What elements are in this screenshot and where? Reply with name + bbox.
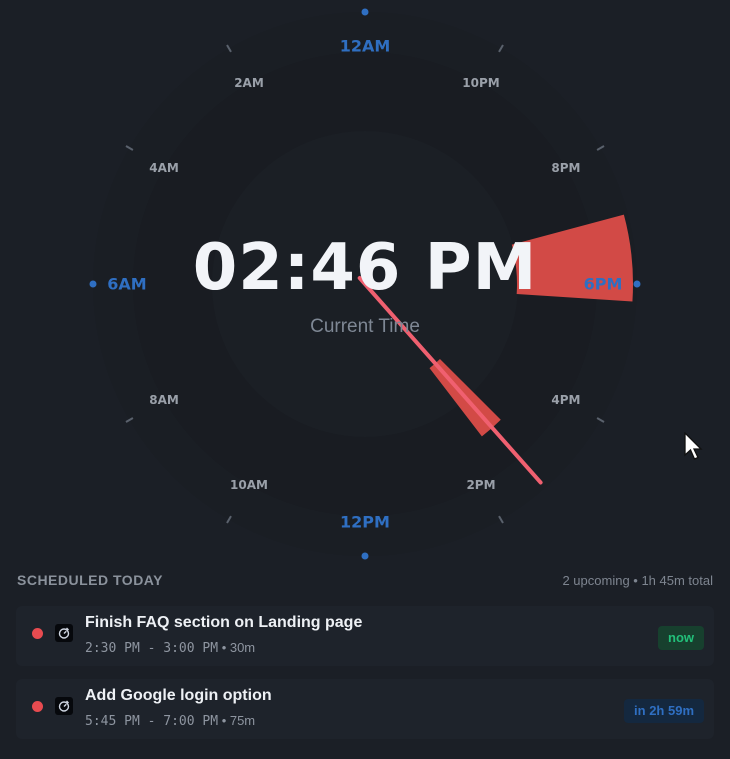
hour-label: 4PM [551, 393, 581, 407]
major-hour-dot [361, 552, 369, 560]
hour-label: 10AM [230, 477, 268, 492]
schedule-summary: 2 upcoming • 1h 45m total [562, 573, 713, 588]
item-duration: • 30m [221, 640, 256, 655]
hour-label: 8PM [551, 161, 581, 175]
item-time-range: 2:30 PM - 3:00 PM [85, 641, 219, 656]
status-dot [32, 701, 43, 712]
major-hour-dot [361, 8, 369, 16]
item-meta: 5:45 PM - 7:00 PM • 75m [85, 713, 255, 729]
hour-label: 2PM [466, 477, 496, 492]
item-title: Add Google login option [85, 687, 272, 704]
schedule-header: SCHEDULED TODAY 2 upcoming • 1h 45m tota… [17, 572, 713, 590]
hour-label: 2AM [234, 76, 264, 91]
current-time: 02:46 PM [192, 231, 538, 305]
status-badge: in 2h 59m [624, 699, 704, 723]
item-time-range: 5:45 PM - 7:00 PM [85, 714, 219, 729]
status-dot [32, 628, 43, 639]
hour-label: 12AM [339, 36, 391, 56]
status-badge: now [658, 626, 704, 650]
hour-label: 4AM [149, 161, 179, 175]
schedule-title: SCHEDULED TODAY [17, 572, 163, 588]
hour-label: 10PM [462, 76, 500, 91]
item-duration: • 75m [221, 713, 256, 728]
timer-icon [55, 624, 73, 642]
mouse-cursor-icon [684, 432, 703, 460]
item-title: Finish FAQ section on Landing page [85, 614, 363, 631]
schedule-item[interactable]: Finish FAQ section on Landing page 2:30 … [16, 606, 714, 666]
hour-label: 12PM [340, 512, 390, 532]
clock-face: 12PM 2PM 4PM 6PM 8PM 10PM 12AM 2AM 4AM 6AM 8AM 10AM… [0, 0, 730, 560]
item-meta: 2:30 PM - 3:00 PM • 30m [85, 640, 255, 656]
schedule-item[interactable]: Add Google login option 5:45 PM - 7:00 P… [16, 679, 714, 739]
hour-label: 8AM [149, 393, 179, 407]
current-time-label: Current Time [310, 316, 420, 337]
timer-icon [55, 697, 73, 715]
